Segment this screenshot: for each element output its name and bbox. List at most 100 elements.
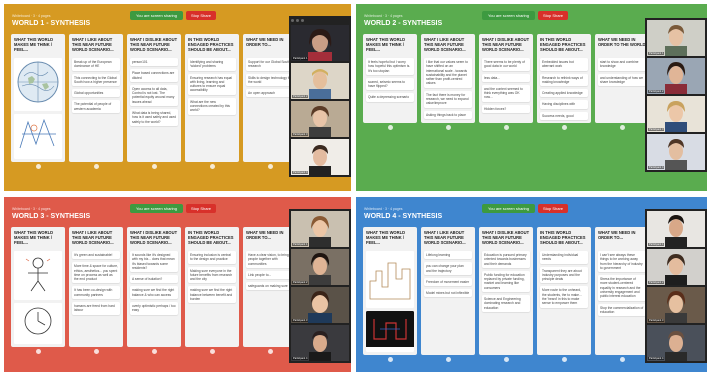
sticky-card[interactable]: Model mixes but not inflexible <box>424 289 472 298</box>
column-5[interactable]: WHAT WE NEED IN ORDER TO THE WORLD start… <box>595 34 649 130</box>
column-2[interactable]: WHAT I LIKE ABOUT THIS NEAR FUTURE WORLD… <box>69 34 123 169</box>
column-3[interactable]: WHAT I DISLIKE ABOUT THIS NEAR FUTURE WO… <box>127 227 181 354</box>
video-tile[interactable]: Participant 4 <box>291 325 349 361</box>
sticky-card[interactable]: The potential of people of western acade… <box>72 100 120 113</box>
add-card-button[interactable] <box>35 349 41 354</box>
add-card-button[interactable] <box>503 124 509 130</box>
sticky-card[interactable]: Education is pursued primary oriented to… <box>482 251 530 268</box>
sticky-card[interactable]: A sense of isolation? <box>130 275 178 284</box>
add-card-button[interactable] <box>209 164 215 169</box>
stop-share-button[interactable]: Stop Share <box>538 10 569 20</box>
sticky-card[interactable]: Have a clear vision, to bring people tog… <box>246 251 294 268</box>
sticky-card[interactable]: Open access to all data, Control is not … <box>130 84 178 106</box>
column-1[interactable]: WHAT THIS WORLD MAKES ME THINK / FEEL... <box>363 227 417 362</box>
sticky-card[interactable]: Stop the commercialization of education <box>598 303 646 317</box>
video-tile[interactable]: Participant 1 <box>647 211 705 247</box>
video-tile[interactable]: Participant 2 <box>291 249 349 285</box>
sticky-card[interactable]: start to show and combine knowledge <box>598 58 646 71</box>
sticky-card[interactable]: and understanding of how we share knowle… <box>598 73 646 87</box>
sticky-card[interactable]: It sounds like it's designed with my biz… <box>130 251 178 273</box>
sticky-card[interactable]: Making sure everyone in the future benef… <box>188 266 236 284</box>
video-tile[interactable]: Participant 3 <box>291 287 349 323</box>
add-card-button[interactable] <box>35 164 41 169</box>
add-card-button[interactable] <box>267 349 273 354</box>
sticky-card[interactable]: What are the new connections created by … <box>188 97 236 115</box>
add-card-button[interactable] <box>151 349 157 354</box>
sticky-card[interactable]: Place based connections are diluted <box>130 69 178 82</box>
sticky-card[interactable]: and the context seemed to think everythi… <box>482 84 530 102</box>
sticky-card[interactable]: making sure we find the right balance be… <box>188 286 236 304</box>
column-1[interactable]: WHAT THIS WORLD MAKES ME THINK / FEEL... <box>11 34 65 169</box>
dark-sketch-image[interactable] <box>366 311 414 352</box>
sticky-card[interactable]: Skills to design technology for the worl… <box>246 73 294 87</box>
sticky-card[interactable]: It feels hopeful but I worry how hopeful… <box>366 58 414 75</box>
stop-share-button[interactable]: Stop Share <box>186 10 217 20</box>
sticky-card[interactable]: There seems to be plenty of good data in… <box>482 58 530 71</box>
sticky-card[interactable]: More time & space for culture, ethics, a… <box>72 262 120 284</box>
video-tile[interactable]: Participant 1 <box>291 211 349 247</box>
add-card-button[interactable] <box>93 349 99 354</box>
sticky-card[interactable]: More route to the unheard, the students,… <box>540 286 588 308</box>
column-3[interactable]: WHAT I DISLIKE ABOUT THIS NEAR FUTURE WO… <box>479 227 533 362</box>
sticky-card[interactable]: humans are freed from hard labour <box>72 301 120 315</box>
stop-share-button[interactable]: Stop Share <box>538 203 569 213</box>
column-2[interactable]: WHAT I LIKE ABOUT THIS NEAR FUTURE WORLD… <box>69 227 123 354</box>
video-tile[interactable]: Participant 3 <box>647 287 705 323</box>
column-5[interactable]: WHAT WE NEED IN ORDER TO... I can't see … <box>595 227 649 362</box>
add-card-button[interactable] <box>151 164 157 169</box>
video-tile[interactable]: Participant 1 <box>291 25 349 61</box>
sticky-card[interactable]: What data is being shared, how is it use… <box>130 108 178 126</box>
column-4[interactable]: IN THIS WORLD ENGAGED PRACTICES SHOULD B… <box>537 34 591 130</box>
sticky-card[interactable]: Identifying and sharing 'wicked' problem… <box>188 58 236 71</box>
add-card-button[interactable] <box>619 124 625 130</box>
minimize-icon[interactable] <box>296 19 299 22</box>
add-card-button[interactable] <box>445 124 451 130</box>
video-tile[interactable]: Participant 1 <box>647 20 705 56</box>
sticky-card[interactable]: Science and Engineering dominating resea… <box>482 294 530 312</box>
sticky-card[interactable]: Link people to... <box>246 270 294 280</box>
sticky-card[interactable]: This connecting to the Global South how … <box>72 73 120 87</box>
sticky-card[interactable]: safeguards on making sure <box>246 282 294 291</box>
column-4[interactable]: IN THIS WORLD ENGAGED PRACTICES SHOULD B… <box>537 227 591 362</box>
city-sketch-image[interactable] <box>366 251 414 308</box>
sticky-card[interactable]: Asking things back to place <box>424 110 472 119</box>
stop-share-button[interactable]: Stop Share <box>186 203 217 213</box>
video-tile[interactable]: Participant 3 <box>647 96 705 132</box>
sticky-card[interactable]: Lifelong learning <box>424 251 472 260</box>
sticky-card[interactable]: An open approach <box>246 89 294 98</box>
sticky-card[interactable]: less data... <box>482 73 530 82</box>
sticky-card[interactable]: Global opportunities <box>72 89 120 98</box>
column-2[interactable]: WHAT I LIKE ABOUT THIS NEAR FUTURE WORLD… <box>421 34 475 130</box>
video-tile[interactable]: Participant 4 <box>291 139 349 175</box>
sticky-card[interactable]: person101 <box>130 58 178 67</box>
maximize-icon[interactable] <box>301 19 304 22</box>
sticky-card[interactable]: Support for our Global South research <box>246 58 294 71</box>
add-card-button[interactable] <box>561 357 567 362</box>
sketch-image[interactable] <box>14 114 62 159</box>
add-card-button[interactable] <box>619 357 625 362</box>
add-card-button[interactable] <box>561 124 567 130</box>
add-card-button[interactable] <box>267 164 273 169</box>
sticky-card[interactable]: Creating applied knowledge <box>540 89 588 98</box>
sticky-card[interactable]: Quite a depressing scenario <box>366 93 414 102</box>
sticky-card[interactable]: you can change your plan and the traject… <box>424 262 472 275</box>
column-1[interactable]: WHAT THIS WORLD MAKES ME THINK / FEEL...… <box>363 34 417 130</box>
add-card-button[interactable] <box>445 357 451 362</box>
column-2[interactable]: WHAT I LIKE ABOUT THIS NEAR FUTURE WORLD… <box>421 227 475 362</box>
sticky-card[interactable]: Hidden forces? <box>482 104 530 113</box>
video-tile[interactable]: Participant 4 <box>647 134 705 170</box>
sticky-card[interactable]: It's green and sustainable! <box>72 251 120 260</box>
column-3[interactable]: WHAT I DISLIKE ABOUT THIS NEAR FUTURE WO… <box>127 34 181 169</box>
sticky-card[interactable]: Break up of the European dominance of HE <box>72 58 120 71</box>
video-tile[interactable]: Participant 3 <box>291 101 349 137</box>
column-3[interactable]: WHAT I DISLIKE ABOUT THIS NEAR FUTURE WO… <box>479 34 533 130</box>
add-card-button[interactable] <box>93 164 99 169</box>
add-card-button[interactable] <box>209 349 215 354</box>
add-card-button[interactable] <box>387 124 393 130</box>
add-card-button[interactable] <box>503 357 509 362</box>
sticky-card[interactable]: Having disciplines with <box>540 100 588 109</box>
sticky-card[interactable]: overly optimistic perhaps / too easy <box>130 301 178 315</box>
globe-map-image[interactable] <box>14 58 62 111</box>
column-4[interactable]: IN THIS WORLD ENGAGED PRACTICES SHOULD B… <box>185 227 239 354</box>
video-tile[interactable]: Participant 2 <box>647 58 705 94</box>
